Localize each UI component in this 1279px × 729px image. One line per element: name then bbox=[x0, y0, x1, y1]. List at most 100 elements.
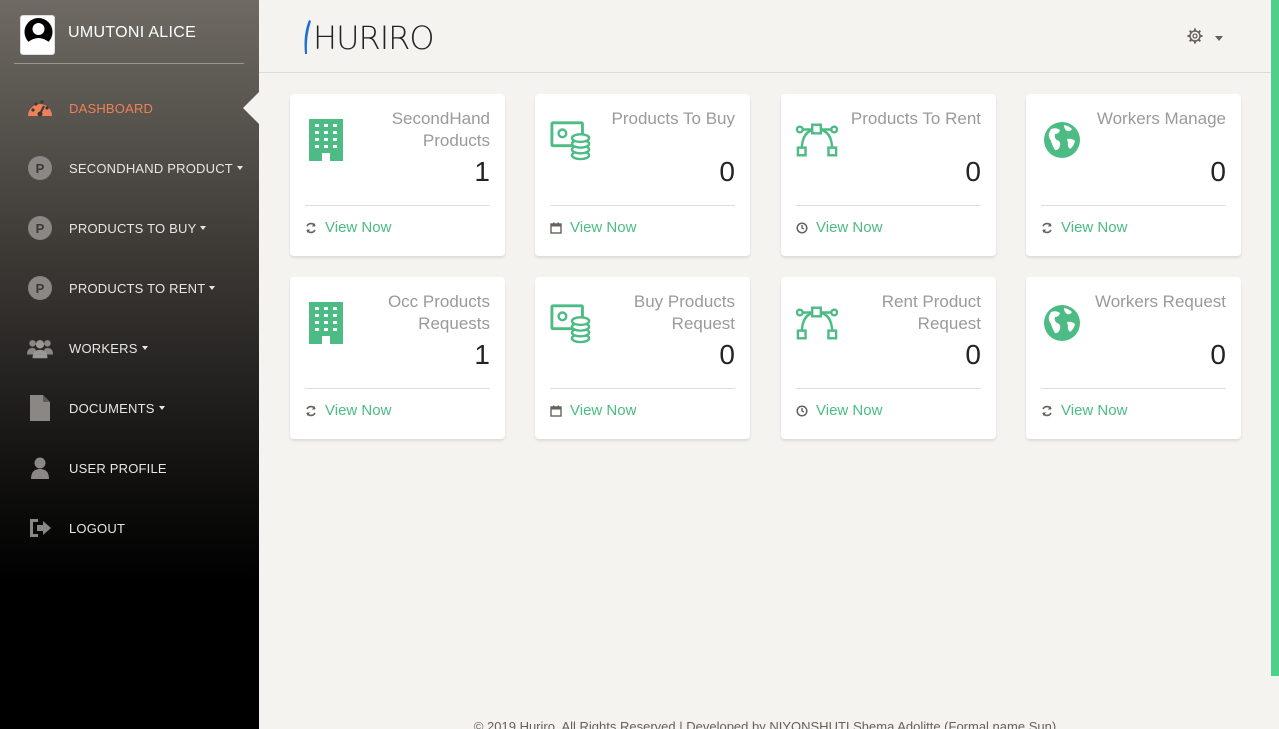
view-now-label: View Now bbox=[570, 219, 637, 236]
dashboard-gauge-icon bbox=[27, 95, 53, 121]
card-title: Occ Products Requests bbox=[387, 292, 490, 333]
sidebar-item-label: PRODUCTS TO BUY bbox=[69, 220, 197, 236]
caret-down-icon bbox=[1215, 36, 1223, 41]
refresh-icon bbox=[1041, 405, 1053, 417]
caret-down-icon bbox=[200, 226, 207, 230]
user-box[interactable]: UMUTONI ALICE bbox=[14, 8, 244, 64]
main-content: HURIRO SecondHand Products 1 View Now Pr… bbox=[259, 0, 1271, 729]
view-now-link[interactable]: View Now bbox=[1041, 219, 1127, 236]
huriro-logo[interactable]: HURIRO bbox=[301, 18, 435, 58]
view-now-link[interactable]: View Now bbox=[796, 219, 882, 236]
document-icon bbox=[27, 395, 53, 421]
globe-icon bbox=[1041, 118, 1083, 162]
gear-icon bbox=[1187, 28, 1203, 49]
stat-card-buy-products-request: Buy Products Request 0 View Now bbox=[535, 277, 750, 439]
sidebar-item-workers[interactable]: WORKERS bbox=[0, 318, 259, 378]
p-circle-icon: P bbox=[27, 275, 53, 301]
clock-icon bbox=[796, 221, 808, 234]
calendar-icon bbox=[550, 222, 562, 234]
view-now-link[interactable]: View Now bbox=[796, 402, 882, 419]
divider bbox=[1041, 205, 1226, 206]
sidebar-item-label: DOCUMENTS bbox=[69, 400, 155, 416]
calendar-icon bbox=[550, 405, 562, 417]
sidebar-item-documents[interactable]: DOCUMENTS bbox=[0, 378, 259, 438]
sidebar-item-logout[interactable]: LOGOUT bbox=[0, 498, 259, 558]
stat-card-occ-products-requests: Occ Products Requests 1 View Now bbox=[290, 277, 505, 439]
caret-down-icon bbox=[209, 286, 216, 290]
sidebar-item-dashboard[interactable]: DASHBOARD bbox=[0, 78, 259, 138]
card-title: Products To Rent bbox=[850, 109, 981, 128]
vector-path-icon bbox=[796, 118, 838, 162]
logo-mark-icon bbox=[304, 20, 311, 54]
sidebar-item-label: WORKERS bbox=[69, 340, 138, 356]
view-now-label: View Now bbox=[1061, 402, 1128, 419]
view-now-label: View Now bbox=[816, 219, 883, 236]
sidebar-item-products-to-rent[interactable]: P PRODUCTS TO RENT bbox=[0, 258, 259, 318]
divider bbox=[305, 388, 490, 389]
view-now-link[interactable]: View Now bbox=[305, 402, 391, 419]
sidebar: UMUTONI ALICE DASHBOARD P SECONDHAND PRO… bbox=[0, 0, 259, 729]
view-now-label: View Now bbox=[570, 402, 637, 419]
divider bbox=[796, 388, 981, 389]
divider bbox=[796, 205, 981, 206]
card-value: 0 bbox=[719, 339, 735, 370]
view-now-label: View Now bbox=[1061, 219, 1128, 236]
page-scrollbar[interactable] bbox=[1271, 0, 1279, 676]
card-title: Workers Request bbox=[1094, 292, 1226, 311]
caret-down-icon bbox=[158, 406, 165, 410]
view-now-label: View Now bbox=[325, 402, 392, 419]
view-now-label: View Now bbox=[816, 402, 883, 419]
vector-path-icon bbox=[796, 301, 838, 345]
sidebar-item-label: PRODUCTS TO RENT bbox=[69, 280, 206, 296]
p-circle-icon: P bbox=[27, 215, 53, 241]
p-circle-icon: P bbox=[27, 155, 53, 181]
sidebar-item-products-to-buy[interactable]: P PRODUCTS TO BUY bbox=[0, 198, 259, 258]
divider bbox=[1041, 388, 1226, 389]
card-value: 0 bbox=[1210, 156, 1226, 187]
page-footer: © 2019 Huriro, All Rights Reserved | Dev… bbox=[473, 719, 1057, 729]
caret-down-icon bbox=[141, 346, 148, 350]
stat-card-workers-manage: Workers Manage 0 View Now bbox=[1026, 94, 1241, 256]
settings-dropdown[interactable] bbox=[1187, 28, 1223, 49]
money-coins-icon bbox=[550, 118, 592, 162]
user-name[interactable]: UMUTONI ALICE bbox=[68, 24, 196, 42]
view-now-link[interactable]: View Now bbox=[305, 219, 391, 236]
stat-card-secondhand-products: SecondHand Products 1 View Now bbox=[290, 94, 505, 256]
sidebar-item-label: SECONDHAND PRODUCT bbox=[69, 160, 233, 176]
avatar bbox=[20, 15, 55, 55]
card-value: 1 bbox=[474, 339, 490, 370]
user-icon bbox=[27, 455, 53, 481]
building-icon bbox=[305, 118, 347, 162]
refresh-icon bbox=[305, 222, 317, 234]
logout-icon bbox=[27, 515, 53, 541]
sidebar-item-user-profile[interactable]: USER PROFILE bbox=[0, 438, 259, 498]
stat-card-products-to-rent: Products To Rent 0 View Now bbox=[781, 94, 996, 256]
sidebar-menu: DASHBOARD P SECONDHAND PRODUCT P PRODUCT… bbox=[0, 78, 259, 558]
view-now-link[interactable]: View Now bbox=[550, 402, 636, 419]
card-value: 0 bbox=[1210, 339, 1226, 370]
view-now-link[interactable]: View Now bbox=[1041, 402, 1127, 419]
refresh-icon bbox=[305, 405, 317, 417]
card-title: Rent Product Request bbox=[881, 292, 981, 333]
divider bbox=[305, 205, 490, 206]
money-coins-icon bbox=[550, 301, 592, 345]
sidebar-item-secondhand-product[interactable]: P SECONDHAND PRODUCT bbox=[0, 138, 259, 198]
card-title: SecondHand Products bbox=[391, 109, 490, 150]
refresh-icon bbox=[1041, 222, 1053, 234]
card-value: 0 bbox=[719, 156, 735, 187]
active-indicator bbox=[243, 92, 259, 124]
logo-text: HURIRO bbox=[313, 19, 435, 57]
card-title: Workers Manage bbox=[1096, 109, 1226, 128]
card-value: 0 bbox=[965, 156, 981, 187]
stat-card-rent-product-request: Rent Product Request 0 View Now bbox=[781, 277, 996, 439]
view-now-link[interactable]: View Now bbox=[550, 219, 636, 236]
caret-down-icon bbox=[236, 166, 243, 170]
users-icon bbox=[27, 335, 53, 361]
view-now-label: View Now bbox=[325, 219, 392, 236]
card-title: Buy Products Request bbox=[633, 292, 735, 333]
stat-card-products-to-buy: Products To Buy 0 View Now bbox=[535, 94, 750, 256]
card-value: 1 bbox=[474, 156, 490, 187]
building-icon bbox=[305, 301, 347, 345]
clock-icon bbox=[796, 404, 808, 417]
sidebar-item-label: DASHBOARD bbox=[69, 100, 154, 116]
